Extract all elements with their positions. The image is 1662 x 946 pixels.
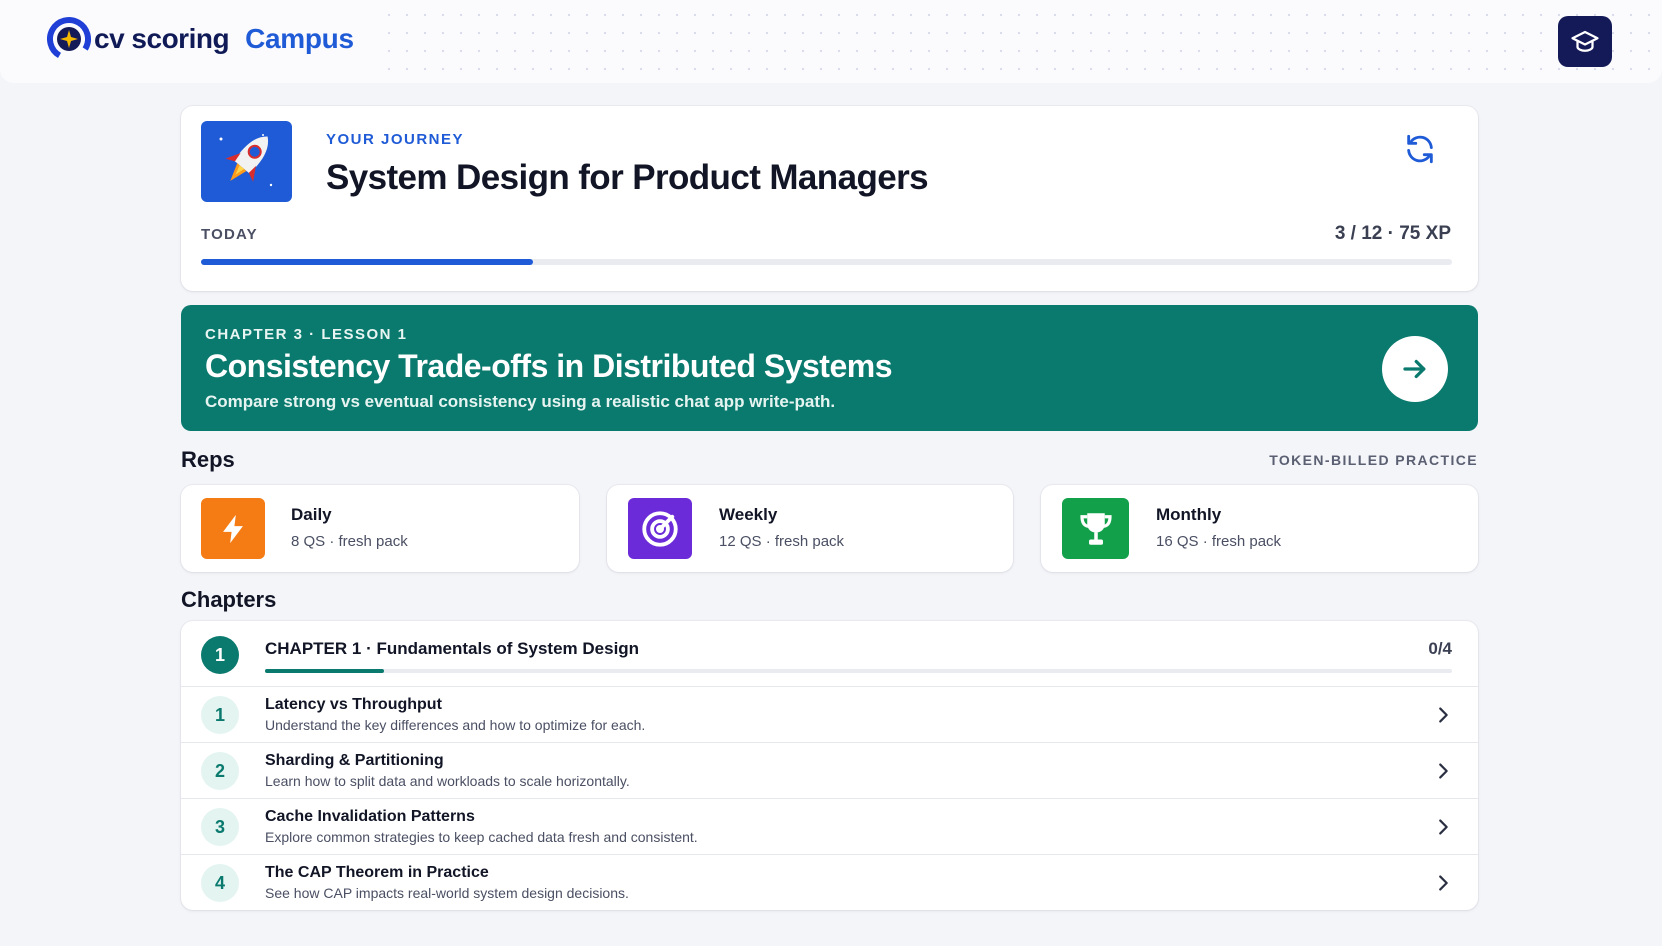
chapter-header[interactable]: 1 CHAPTER 1 · Fundamentals of System Des… bbox=[181, 621, 1478, 687]
lesson-number: 4 bbox=[201, 864, 239, 902]
chapter-title: CHAPTER 1 · Fundamentals of System Desig… bbox=[265, 639, 640, 658]
chapter-card: 1 CHAPTER 1 · Fundamentals of System Des… bbox=[181, 621, 1478, 910]
lesson-row-desc: Explore common strategies to keep cached… bbox=[265, 829, 698, 845]
rep-card-weekly[interactable]: Weekly 12 QS · fresh pack bbox=[607, 485, 1013, 572]
lesson-row[interactable]: 1 Latency vs Throughput Understand the k… bbox=[181, 687, 1478, 743]
chapter-progress-bar bbox=[265, 669, 1452, 673]
chapter-count: 0/4 bbox=[1428, 639, 1452, 658]
product-name: Campus bbox=[245, 23, 354, 54]
rep-name: Monthly bbox=[1156, 505, 1222, 524]
rep-name: Weekly bbox=[719, 505, 778, 524]
lesson-row-title: Latency vs Throughput bbox=[265, 696, 442, 713]
lightning-icon bbox=[223, 514, 243, 543]
chevron-right-icon bbox=[1439, 763, 1448, 779]
target-icon bbox=[642, 510, 678, 547]
rep-name: Daily bbox=[291, 505, 332, 524]
lesson-row-desc: Learn how to split data and workloads to… bbox=[265, 773, 630, 789]
rep-icon-bg bbox=[628, 498, 692, 559]
lesson-row-title: Sharding & Partitioning bbox=[265, 752, 444, 769]
lesson-number: 3 bbox=[201, 808, 239, 846]
rep-icon-bg bbox=[201, 498, 265, 559]
journey-title: System Design for Product Managers bbox=[326, 158, 929, 197]
chevron-right-icon bbox=[1439, 707, 1448, 723]
rep-icon-bg bbox=[1062, 498, 1129, 559]
chapters-title: Chapters bbox=[181, 587, 277, 612]
rocket-icon bbox=[201, 121, 292, 202]
today-label: TODAY bbox=[201, 226, 258, 243]
profile-button[interactable] bbox=[1558, 16, 1612, 67]
logo[interactable]: cv scoring Campus bbox=[46, 16, 354, 62]
lesson-number: 2 bbox=[201, 752, 239, 790]
reps-title: Reps bbox=[181, 447, 235, 472]
brand-name: cv scoring bbox=[94, 23, 230, 54]
lesson-row-title: Cache Invalidation Patterns bbox=[265, 808, 475, 825]
top-bar: cv scoring Campus bbox=[0, 0, 1662, 83]
journey-card: YOUR JOURNEY System Design for Product M… bbox=[181, 106, 1478, 291]
current-lesson-card[interactable]: CHAPTER 3 · LESSON 1 Consistency Trade-o… bbox=[181, 305, 1478, 431]
journey-stats: 3 / 12 · 75 XP bbox=[1334, 223, 1451, 244]
lesson-kicker: CHAPTER 3 · LESSON 1 bbox=[205, 326, 408, 343]
lesson-row-title: The CAP Theorem in Practice bbox=[265, 864, 489, 881]
chevron-right-icon bbox=[1439, 875, 1448, 891]
lesson-row[interactable]: 3 Cache Invalidation Patterns Explore co… bbox=[181, 799, 1478, 855]
lesson-title: Consistency Trade-offs in Distributed Sy… bbox=[205, 348, 893, 384]
graduation-cap-icon bbox=[1571, 30, 1599, 52]
journey-kicker: YOUR JOURNEY bbox=[326, 131, 465, 148]
journey-progress-fill bbox=[201, 259, 533, 265]
lesson-row[interactable]: 4 The CAP Theorem in Practice See how CA… bbox=[181, 855, 1478, 910]
journey-progress-bar bbox=[201, 259, 1452, 265]
lesson-subtitle: Compare strong vs eventual consistency u… bbox=[205, 392, 836, 411]
trophy-icon bbox=[1079, 512, 1112, 545]
rep-card-daily[interactable]: Daily 8 QS · fresh pack bbox=[181, 485, 579, 572]
chapter-number: 1 bbox=[201, 636, 239, 674]
lesson-number: 1 bbox=[201, 696, 239, 734]
lesson-row[interactable]: 2 Sharding & Partitioning Learn how to s… bbox=[181, 743, 1478, 799]
reps-note: TOKEN-BILLED PRACTICE bbox=[1269, 452, 1478, 468]
rep-meta: 12 QS · fresh pack bbox=[719, 533, 845, 550]
lesson-row-desc: See how CAP impacts real-world system de… bbox=[265, 885, 629, 901]
lesson-row-desc: Understand the key differences and how t… bbox=[265, 717, 646, 733]
logo-icon bbox=[47, 16, 91, 61]
rep-meta: 16 QS · fresh pack bbox=[1156, 533, 1282, 550]
arrow-right-icon bbox=[1403, 359, 1426, 379]
chapter-progress-fill bbox=[265, 669, 384, 673]
rep-card-monthly[interactable]: Monthly 16 QS · fresh pack bbox=[1041, 485, 1478, 572]
start-lesson-button[interactable] bbox=[1382, 336, 1448, 402]
chevron-right-icon bbox=[1439, 819, 1448, 835]
refresh-icon[interactable] bbox=[1403, 132, 1437, 166]
rep-meta: 8 QS · fresh pack bbox=[291, 533, 408, 550]
